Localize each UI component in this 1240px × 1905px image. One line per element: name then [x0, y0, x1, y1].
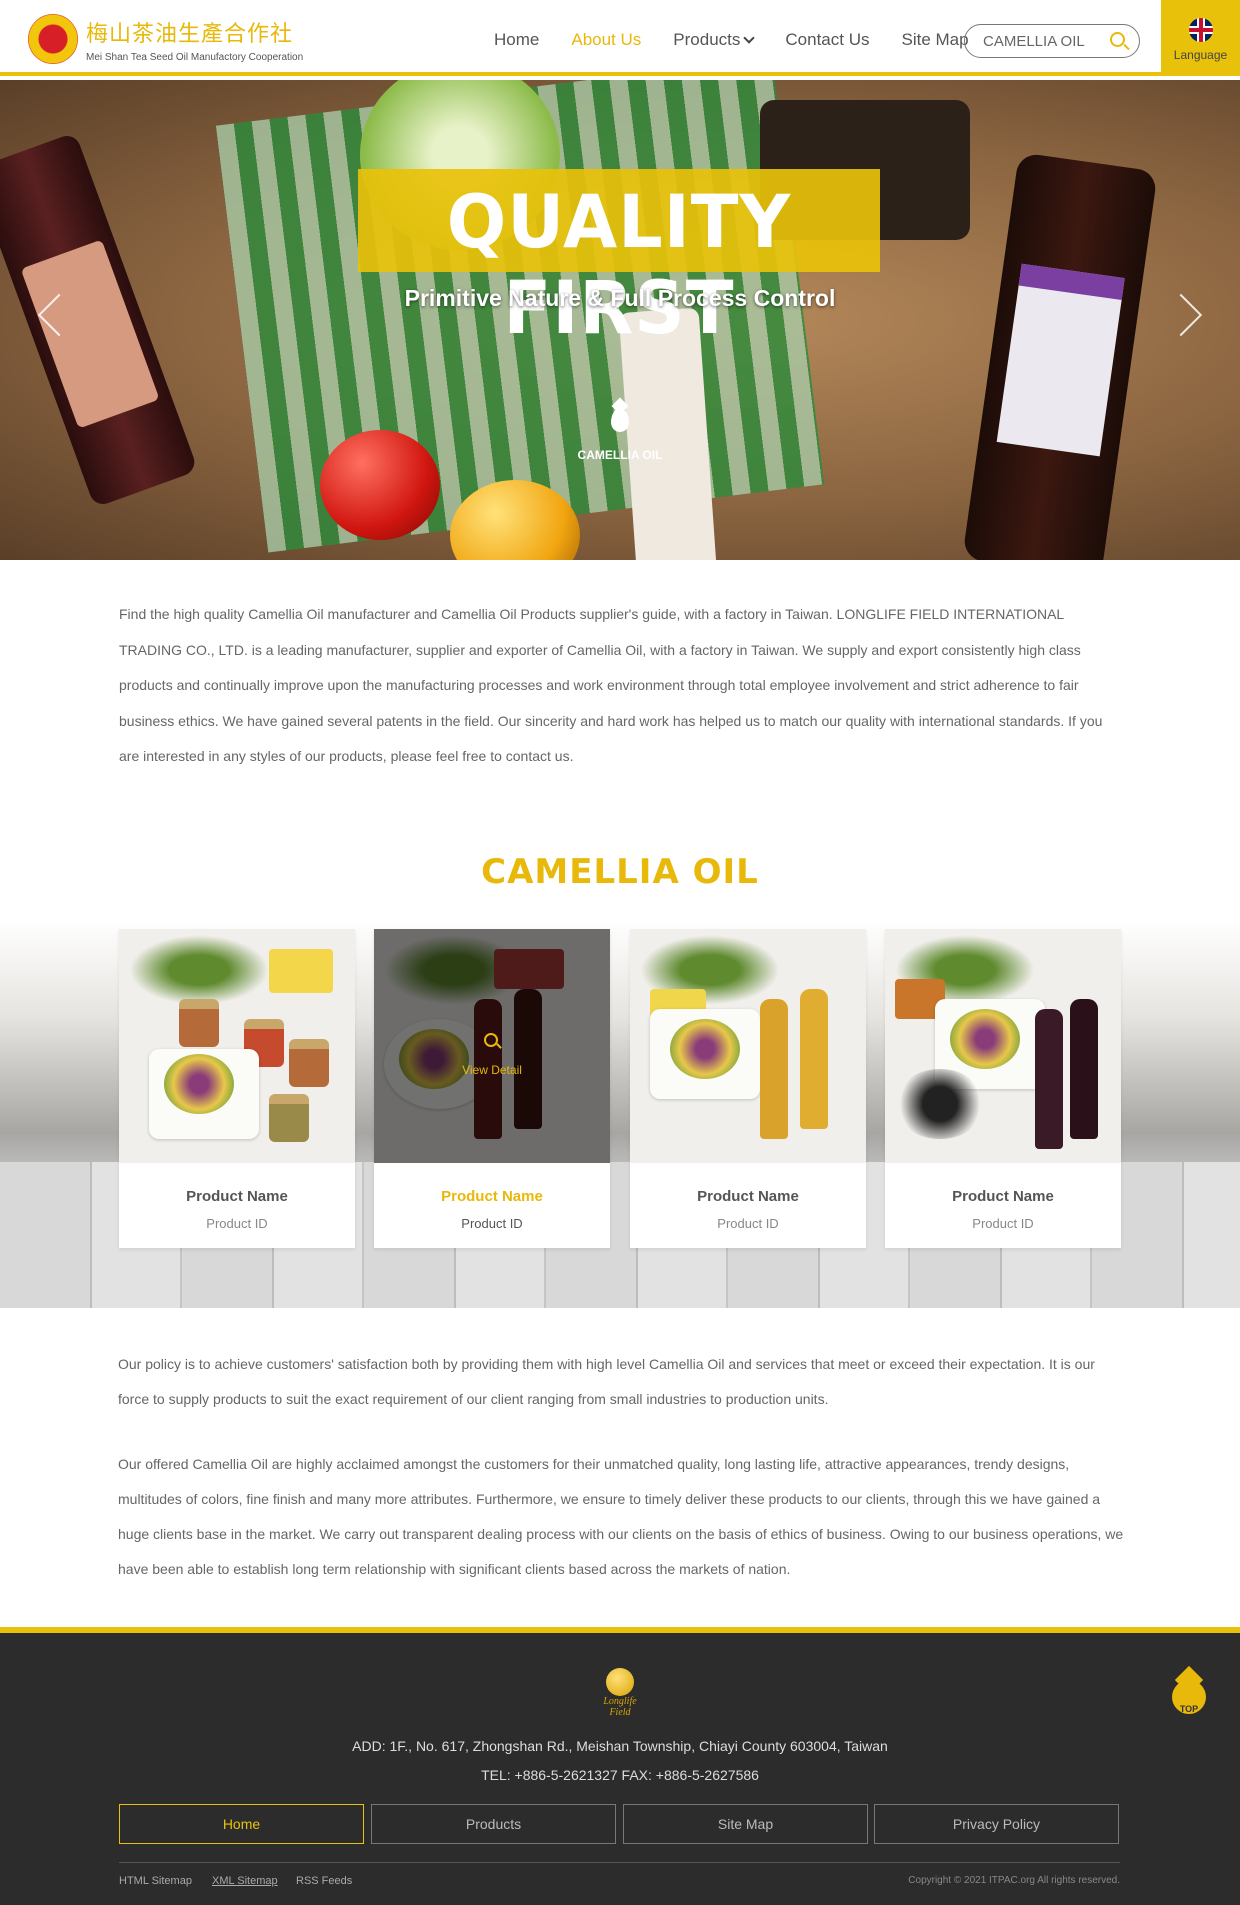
bottle-label: [20, 239, 160, 429]
product-id: Product ID: [972, 1216, 1034, 1231]
nav-about-us[interactable]: About Us: [571, 30, 641, 50]
product-id: Product ID: [461, 1216, 523, 1231]
nav-products-label: Products: [673, 30, 741, 49]
nav-home[interactable]: Home: [494, 30, 539, 50]
oil-drop-icon: [611, 408, 629, 432]
main-nav: Home About Us Products Contact Us Site M…: [494, 30, 1001, 50]
product-image: [119, 929, 355, 1163]
longlife-field-logo: Longlife Field: [596, 1668, 644, 1722]
footer-button-site-map[interactable]: Site Map: [623, 1804, 868, 1844]
language-label: Language: [1173, 48, 1228, 62]
brand-name-english: Mei Shan Tea Seed Oil Manufactory Cooper…: [86, 52, 304, 63]
product-id: Product ID: [717, 1216, 779, 1231]
product-image: [885, 929, 1121, 1163]
search-input[interactable]: [983, 33, 1103, 50]
product-name: Product Name: [952, 1188, 1054, 1205]
xml-sitemap-link[interactable]: XML Sitemap: [212, 1875, 278, 1887]
brand[interactable]: 梅山茶油生產合作社 Mei Shan Tea Seed Oil Manufact…: [86, 16, 303, 63]
red-pepper-image: [320, 430, 440, 540]
site-header: 梅山茶油生產合作社 Mei Shan Tea Seed Oil Manufact…: [0, 0, 1240, 76]
policy-paragraph: Our offered Camellia Oil are highly accl…: [118, 1456, 1124, 1577]
product-id: Product ID: [206, 1216, 268, 1231]
html-sitemap-link[interactable]: HTML Sitemap: [119, 1875, 192, 1887]
hero-subtitle: Primitive Nature & Full Process Control: [404, 285, 836, 311]
chevron-down-icon: [743, 32, 756, 44]
magnifier-icon[interactable]: [484, 1033, 498, 1047]
policy-paragraph: Our policy is to achieve customers' sati…: [118, 1356, 1095, 1407]
uk-flag-icon: [1188, 18, 1213, 42]
oil-bottle-right: [962, 152, 1158, 560]
logo-drop-icon: [606, 1668, 634, 1696]
bottle-label: [996, 263, 1125, 457]
search-box: [964, 24, 1140, 58]
oil-bottle-left: [0, 132, 199, 508]
footer-logo-text: Longlife Field: [603, 1696, 637, 1718]
footer-divider: [119, 1862, 1120, 1863]
product-name: Product Name: [441, 1188, 543, 1205]
nav-products[interactable]: Products: [673, 30, 756, 50]
product-image: [630, 929, 866, 1163]
top-label: TOP: [1179, 1704, 1199, 1714]
footer-contact: TEL: +886-5-2621327 FAX: +886-5-2627586: [481, 1767, 759, 1783]
back-to-top-button[interactable]: TOP: [1172, 1666, 1206, 1726]
footer-address: ADD: 1F., No. 617, Zhongshan Rd., Meisha…: [352, 1738, 888, 1754]
intro-text: Find the high quality Camellia Oil manuf…: [119, 606, 1103, 764]
nav-site-map[interactable]: Site Map: [901, 30, 968, 50]
product-card[interactable]: Product Name Product ID: [630, 929, 866, 1248]
search-icon[interactable]: [1110, 32, 1125, 47]
product-card[interactable]: Product Name Product ID: [119, 929, 355, 1248]
product-name: Product Name: [186, 1188, 288, 1205]
language-button[interactable]: Language: [1161, 0, 1240, 76]
hero-title: QUALITY FIRST: [446, 178, 792, 352]
policy-text: Our policy is to achieve customers' sati…: [118, 1347, 1128, 1587]
product-card[interactable]: Product Name Product ID: [885, 929, 1121, 1248]
camellia-oil-logo[interactable]: [28, 14, 78, 64]
product-card[interactable]: View Detail Product Name Product ID: [374, 929, 610, 1248]
nav-contact-us[interactable]: Contact Us: [785, 30, 869, 50]
rss-feeds-link[interactable]: RSS Feeds: [296, 1875, 352, 1887]
footer-button-home[interactable]: Home: [119, 1804, 364, 1844]
products-section-title: CAMELLIA OIL: [481, 852, 759, 892]
product-name: Product Name: [697, 1188, 799, 1205]
brand-name-chinese: 梅山茶油生產合作社: [86, 22, 294, 47]
hero-caption: CAMELLIA OIL: [577, 448, 663, 462]
copyright: Copyright © 2021 ITPAC.org All rights re…: [908, 1875, 1120, 1886]
footer-button-privacy-policy[interactable]: Privacy Policy: [874, 1804, 1119, 1844]
view-detail-label: View Detail: [462, 1063, 522, 1077]
footer-button-products[interactable]: Products: [371, 1804, 616, 1844]
